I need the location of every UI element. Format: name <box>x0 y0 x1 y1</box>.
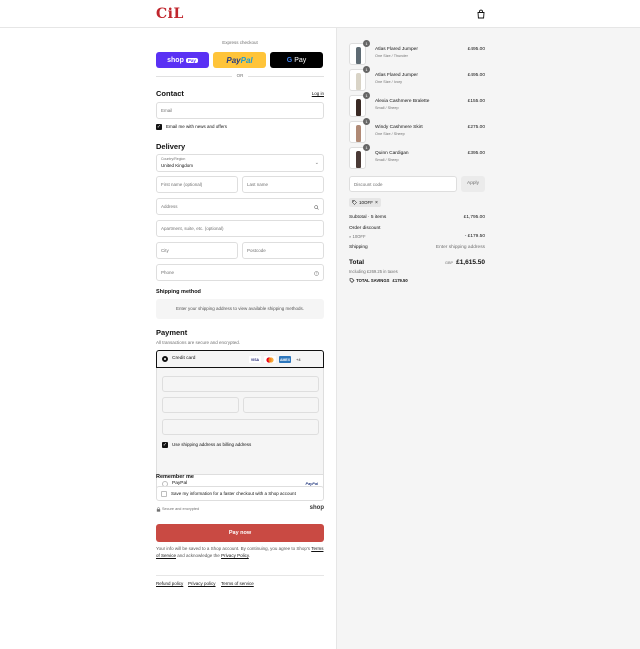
line-item: 1 Atlas Flared Jumper One Size / Ivory £… <box>349 66 485 91</box>
shipping-value: Enter shipping address <box>435 245 485 250</box>
legal-text-3: . <box>248 552 251 558</box>
order-discount-row: Order discount <box>349 226 485 231</box>
line-item: 1 Windy Cashmere Skirt One Size / Sheep … <box>349 118 485 143</box>
shipping-label: Shipping <box>349 245 368 250</box>
secure-label: Secure and encrypted <box>162 507 200 511</box>
total-savings-value: £179.50 <box>392 278 408 283</box>
discount-code-field[interactable]: Discount code <box>349 176 457 192</box>
quantity-badge: 1 <box>363 66 370 73</box>
privacy-link[interactable]: Privacy Policy <box>221 553 249 558</box>
shopping-bag-icon[interactable] <box>476 9 486 19</box>
total-value: £1,615.50 <box>456 259 485 266</box>
remove-discount-icon[interactable]: × <box>375 200 378 206</box>
tag-icon <box>349 278 355 284</box>
product-variant: Small / Sheep <box>375 158 399 162</box>
product-price: £155.00 <box>467 99 485 104</box>
product-variant: Small / Sheep <box>375 106 399 110</box>
shipping-row: Shipping Enter shipping address <box>349 245 485 250</box>
product-name: Alexia Cashmere Bralette <box>375 99 430 104</box>
checkout-form-lower: Remember me Save my information for a fa… <box>156 0 324 649</box>
quantity-badge: 1 <box>363 92 370 99</box>
legal-text: Your info will be saved to a Shop accoun… <box>156 546 324 559</box>
product-name: Windy Cashmere Skirt <box>375 125 423 130</box>
subtotal-value: £1,795.00 <box>463 215 485 220</box>
product-price: £495.00 <box>467 73 485 78</box>
legal-text-2: and acknowledge the <box>176 552 222 558</box>
discount-code-row: ⌕ 10OFF - £179.50 <box>349 234 485 240</box>
product-variant: One Size / Sheep <box>375 132 405 136</box>
total-label: Total <box>349 259 365 266</box>
product-image <box>356 151 361 168</box>
product-price: £395.00 <box>467 151 485 156</box>
product-image <box>356 99 361 116</box>
product-variant: One Size / Ivory <box>375 80 403 84</box>
quantity-badge: 1 <box>363 40 370 47</box>
total-savings-label: TOTAL SAVINGS <box>356 278 390 283</box>
remember-me-option[interactable]: Save my information for a faster checkou… <box>156 486 324 501</box>
product-name: Quinn Cardigan <box>375 151 409 156</box>
product-variant: One Size / Thunder <box>375 54 408 58</box>
pay-now-button[interactable]: Pay now <box>156 524 324 542</box>
footer-terms-of-service[interactable]: Terms of service <box>221 581 254 586</box>
tag-icon <box>352 200 357 205</box>
remember-me-label: Save my information for a faster checkou… <box>171 491 296 496</box>
product-image <box>356 73 361 90</box>
discount-code-label: ⌕ 10OFF <box>349 234 366 239</box>
total-row: Total GBP £1,615.50 <box>349 259 485 266</box>
taxes-note: Including £269.25 in taxes <box>349 269 398 274</box>
line-item: 1 Quinn Cardigan Small / Sheep £395.00 <box>349 144 485 169</box>
apply-discount-button[interactable]: Apply <box>461 176 485 192</box>
total-value-wrap: GBP £1,615.50 <box>445 259 485 266</box>
product-image <box>356 47 361 64</box>
subtotal-label: Subtotal · 5 items <box>349 215 387 220</box>
footer-divider <box>156 575 324 576</box>
footer-privacy-policy[interactable]: Privacy policy <box>188 581 216 586</box>
total-savings-row: TOTAL SAVINGS £179.50 <box>349 278 485 284</box>
quantity-badge: 1 <box>363 144 370 151</box>
quantity-badge: 1 <box>363 118 370 125</box>
remember-me-checkbox[interactable] <box>161 491 167 497</box>
product-name: Atlas Flared Jumper <box>375 73 418 78</box>
currency-code: GBP <box>445 261 454 265</box>
lock-icon <box>156 507 161 512</box>
legal-text-1: Your info will be saved to a Shop accoun… <box>156 546 311 551</box>
discount-code-text: 10OFF <box>352 234 366 239</box>
product-price: £495.00 <box>467 47 485 52</box>
line-item: 1 Atlas Flared Jumper One Size / Thunder… <box>349 40 485 65</box>
discount-code-placeholder: Discount code <box>354 182 383 187</box>
discount-tag: 10OFF × <box>349 198 381 207</box>
line-item: 1 Alexia Cashmere Bralette Small / Sheep… <box>349 92 485 117</box>
shop-logo: shop <box>309 505 324 511</box>
remember-me-heading: Remember me <box>156 474 194 480</box>
footer-refund-policy[interactable]: Refund policy <box>156 581 183 586</box>
product-image <box>356 125 361 142</box>
product-price: £275.00 <box>467 125 485 130</box>
discount-tag-code: 10OFF <box>359 200 374 205</box>
product-name: Atlas Flared Jumper <box>375 47 418 52</box>
subtotal-row: Subtotal · 5 items £1,795.00 <box>349 215 485 220</box>
discount-amount: - £179.50 <box>464 234 485 239</box>
order-discount-label: Order discount <box>349 226 381 231</box>
